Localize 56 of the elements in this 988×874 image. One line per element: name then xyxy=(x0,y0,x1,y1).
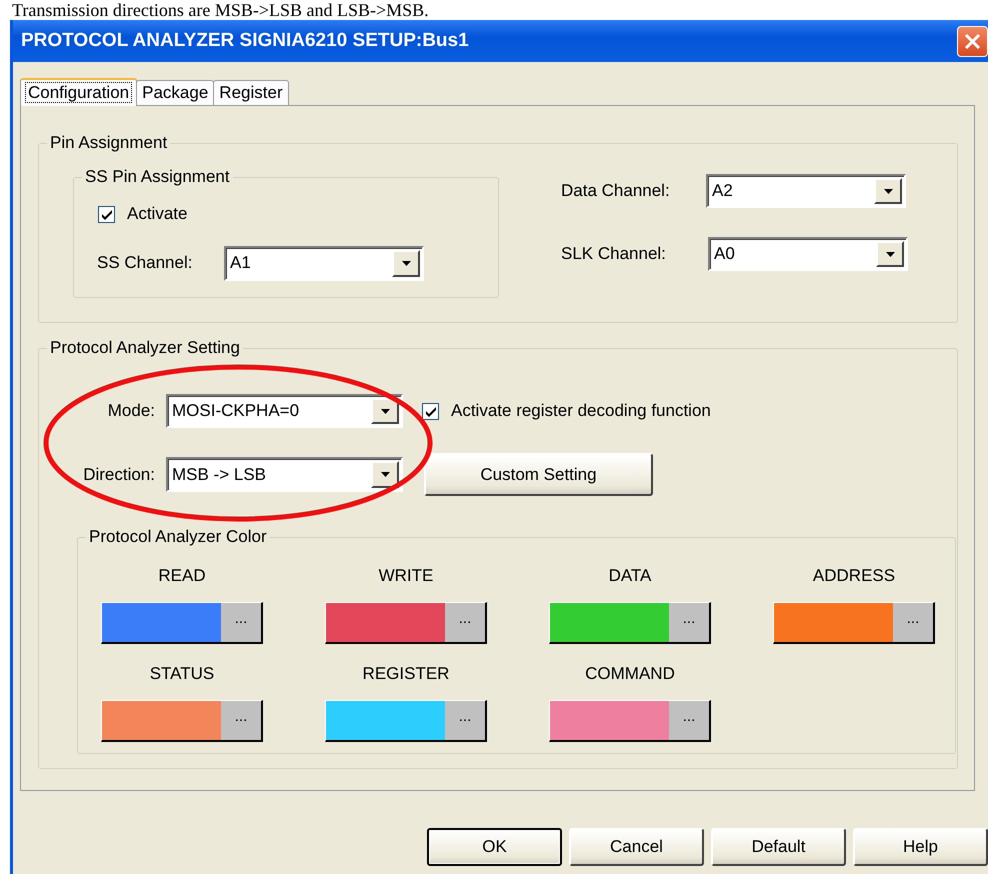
close-button[interactable] xyxy=(957,26,988,56)
field-label: Direction: xyxy=(82,464,156,484)
caret-icon xyxy=(380,472,390,477)
dropdown[interactable]: A2 xyxy=(706,174,906,208)
dropdown-arrow-button[interactable] xyxy=(876,241,904,267)
tab[interactable]: Register xyxy=(213,80,289,105)
more-button[interactable]: ... xyxy=(669,603,709,642)
caret-icon xyxy=(884,188,892,194)
tab[interactable]: Configuration xyxy=(20,78,138,106)
custom-setting-button[interactable]: Custom Setting xyxy=(424,453,653,496)
dialog-button[interactable]: OK xyxy=(427,828,562,866)
more-button[interactable]: ... xyxy=(669,701,709,740)
color-label: DATA xyxy=(608,566,652,586)
check-icon xyxy=(424,406,436,416)
document-text: Transmission directions are MSB->LSB and LSB->MSB. xyxy=(11,0,430,20)
dropdown-arrow-button[interactable] xyxy=(874,178,902,204)
dropdown[interactable]: MSB -> LSB xyxy=(166,457,403,492)
checkbox[interactable] xyxy=(98,206,115,222)
tab[interactable]: Package xyxy=(136,80,214,105)
checkbox-label: Activate register decoding function xyxy=(451,401,711,421)
group-title: Protocol Analyzer Setting xyxy=(49,338,241,358)
dropdown-arrow-button[interactable] xyxy=(371,461,399,488)
check-icon xyxy=(100,208,112,220)
field-label: SLK Channel: xyxy=(561,244,667,264)
group-title: Protocol Analyzer Color xyxy=(88,527,268,547)
field-label: SS Channel: xyxy=(97,253,194,273)
dropdown-arrow-button[interactable] xyxy=(392,250,420,276)
caret-icon xyxy=(402,260,410,266)
color-label: COMMAND xyxy=(585,664,675,684)
dialog-button[interactable]: Cancel xyxy=(569,828,704,866)
dropdown[interactable]: A0 xyxy=(708,237,908,271)
caret-icon xyxy=(886,252,894,256)
color-label: ADDRESS xyxy=(812,566,896,586)
checkbox-label: Activate xyxy=(127,204,188,224)
window-title: PROTOCOL ANALYZER SIGNIA6210 SETUP:Bus1 xyxy=(21,30,469,52)
dropdown-arrow-button[interactable] xyxy=(371,398,399,424)
dialog-button[interactable]: Default xyxy=(711,828,846,866)
dropdown[interactable]: MOSI-CKPHA=0 xyxy=(166,394,403,428)
more-button[interactable]: ... xyxy=(445,603,485,642)
more-button[interactable]: ... xyxy=(445,701,485,740)
close-icon xyxy=(964,32,981,50)
caret-icon xyxy=(380,408,390,414)
more-button[interactable]: ... xyxy=(893,603,933,642)
checkbox[interactable] xyxy=(422,402,439,420)
color-label: WRITE xyxy=(378,566,434,586)
group-title: Pin Assignment xyxy=(49,133,168,153)
more-button[interactable]: ... xyxy=(221,701,261,740)
color-label: STATUS xyxy=(150,664,214,684)
more-button[interactable]: ... xyxy=(221,603,261,642)
group-title: SS Pin Assignment xyxy=(84,167,231,187)
color-label: READ xyxy=(158,566,206,586)
dialog-button[interactable]: Help xyxy=(853,828,988,866)
color-label: REGISTER xyxy=(362,664,450,684)
field-label: Mode: xyxy=(106,401,156,421)
dropdown[interactable]: A1 xyxy=(224,246,424,280)
field-label: Data Channel: xyxy=(561,181,671,201)
